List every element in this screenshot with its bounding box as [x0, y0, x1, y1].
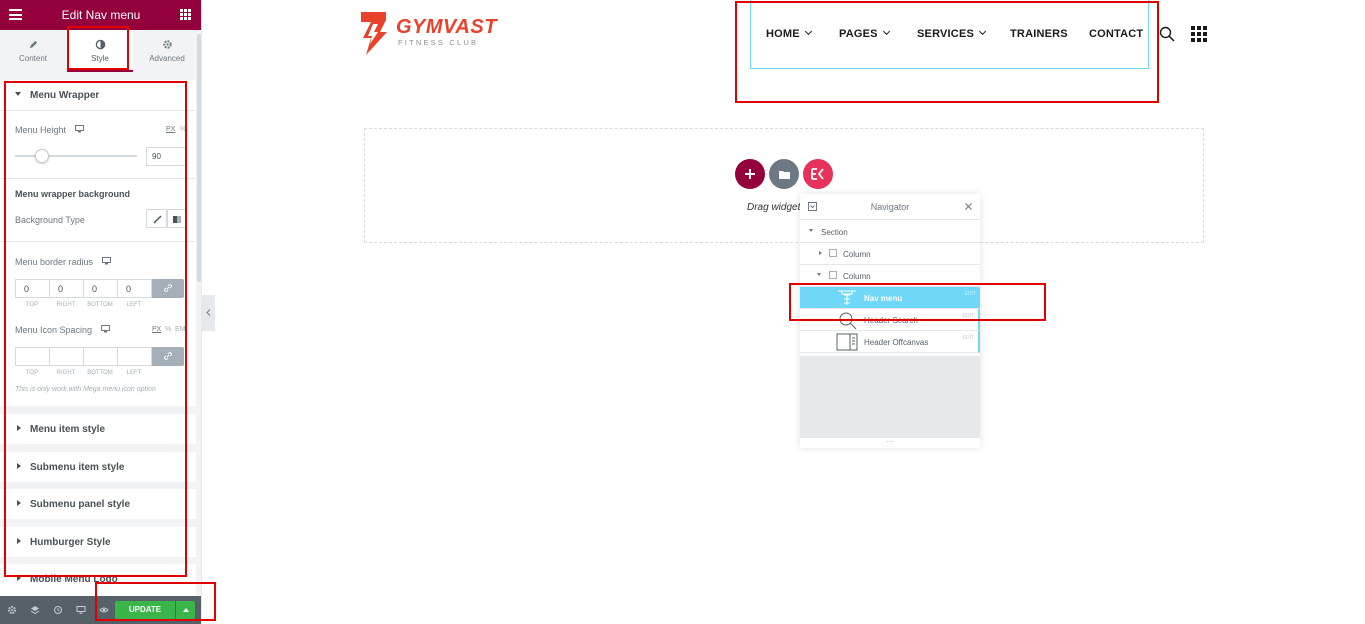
folder-icon — [779, 171, 790, 179]
highlight-update-button — [95, 582, 216, 621]
navigator-header[interactable]: Navigator — [800, 194, 980, 220]
chevron-left-icon — [206, 309, 211, 316]
offcanvas-element-icon — [836, 333, 858, 351]
navigator-row-header-offcanvas[interactable]: Header Offcanvas EDIT — [800, 331, 980, 353]
collapse-all-icon[interactable] — [808, 202, 817, 211]
history-icon[interactable] — [53, 605, 63, 615]
pencil-icon — [29, 40, 37, 49]
settings-icon[interactable] — [7, 605, 17, 615]
logo-tagline: FITNESS CLUB — [398, 38, 479, 47]
add-section-button[interactable] — [735, 159, 765, 189]
site-logo[interactable]: GYMVAST FITNESS CLUB — [356, 10, 496, 58]
lightning-logo-icon — [361, 12, 387, 55]
caret-down-icon — [817, 273, 821, 276]
elementskit-library-button[interactable] — [803, 159, 833, 189]
column-icon — [829, 271, 837, 279]
offcanvas-grid-icon[interactable] — [1191, 26, 1207, 42]
drag-widget-text: Drag widget — [747, 202, 801, 213]
widgets-grid-icon[interactable] — [180, 9, 191, 20]
plus-icon — [745, 169, 755, 179]
navigator-row-section[interactable]: Section — [800, 221, 980, 243]
ek-logo-icon — [811, 168, 824, 180]
search-icon[interactable] — [1159, 26, 1175, 42]
collapse-panel-button[interactable] — [202, 295, 215, 331]
edit-tag[interactable]: EDIT — [963, 335, 974, 341]
highlight-style-tab — [67, 26, 129, 70]
navigator-panel: Navigator Section Column Column Nav menu… — [800, 194, 980, 448]
gear-icon — [162, 40, 172, 49]
close-icon[interactable] — [965, 203, 972, 210]
panel-title: Edit Nav menu — [61, 8, 141, 22]
tab-advanced-label: Advanced — [149, 54, 185, 63]
navigator-row-column[interactable]: Column — [800, 243, 980, 265]
add-template-button[interactable] — [769, 159, 799, 189]
highlight-nav-menu — [735, 1, 1159, 103]
row-label: Column — [843, 272, 871, 281]
layers-icon[interactable] — [30, 605, 40, 615]
logo-name: GYMVAST — [396, 16, 497, 38]
caret-right-icon — [819, 251, 822, 255]
row-label: Section — [821, 228, 848, 237]
highlight-style-sections — [4, 81, 187, 577]
tab-advanced[interactable]: Advanced — [134, 30, 200, 72]
caret-down-icon — [809, 229, 813, 232]
navigator-empty-area — [800, 356, 980, 438]
tab-content[interactable]: Content — [0, 30, 66, 72]
highlight-nav-menu-row — [789, 283, 1046, 321]
responsive-mode-icon[interactable] — [76, 605, 86, 615]
navigator-title: Navigator — [870, 202, 910, 212]
navigator-resize-handle[interactable]: ... — [800, 436, 980, 448]
column-icon — [829, 249, 837, 257]
row-label: Header Offcanvas — [864, 338, 929, 347]
row-label: Column — [843, 250, 871, 259]
tab-content-label: Content — [18, 54, 48, 63]
